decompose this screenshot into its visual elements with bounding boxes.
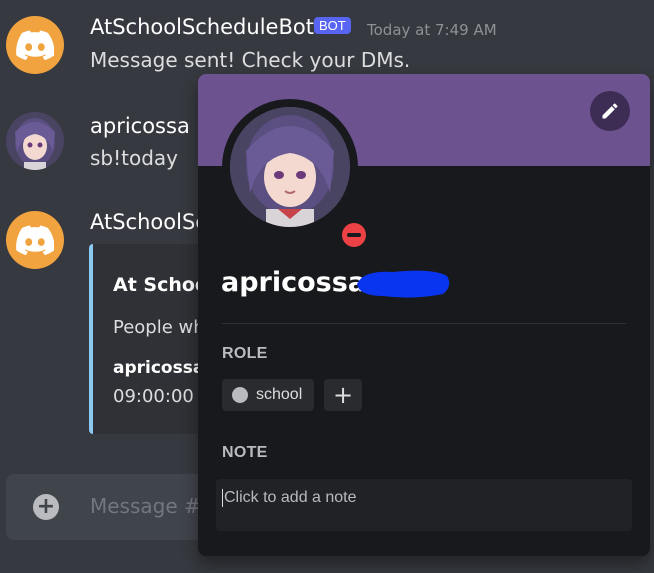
note-placeholder: Click to add a note	[222, 489, 357, 507]
note-section-label: NOTE	[222, 444, 268, 461]
embed-field-value: 09:00:00	[113, 386, 194, 407]
discord-logo-icon	[16, 225, 54, 255]
bot-avatar[interactable]	[6, 16, 64, 74]
note-input[interactable]: Click to add a note	[216, 479, 632, 531]
role-name: school	[256, 386, 303, 403]
role-color-dot	[232, 387, 248, 403]
anime-avatar-icon	[230, 107, 350, 227]
message-timestamp: Today at 7:49 AM	[367, 21, 497, 39]
embed-title: At Schoo	[113, 274, 208, 296]
message-content: Message sent! Check your DMs.	[90, 48, 411, 72]
bot-badge: BOT	[314, 17, 351, 34]
message-input[interactable]: Message #	[90, 494, 201, 518]
anime-avatar-icon	[6, 112, 64, 170]
message-content: sb!today	[90, 146, 178, 170]
embed: At Schoo People wh apricossa 09:00:00	[89, 244, 213, 434]
edit-profile-button[interactable]	[590, 91, 630, 131]
profile-avatar[interactable]	[230, 107, 350, 227]
role-section-label: ROLE	[222, 345, 268, 362]
message-composer[interactable]: + Message #	[6, 474, 226, 540]
profile-username: apricossa	[221, 267, 367, 298]
add-role-button[interactable]: +	[324, 379, 362, 411]
user-avatar[interactable]	[6, 112, 64, 170]
plus-circle-icon[interactable]: +	[33, 494, 59, 520]
status-indicator	[334, 215, 374, 255]
bot-avatar[interactable]	[6, 211, 64, 269]
profile-avatar-frame	[222, 99, 374, 255]
pencil-icon	[602, 103, 618, 119]
message-author[interactable]: AtSchoolScheduleBot	[90, 15, 314, 39]
embed-description: People wh	[113, 317, 205, 338]
user-profile-popout: apricossa ROLE school + NOTE Click to ad…	[198, 74, 650, 556]
role-pill[interactable]: school	[222, 379, 315, 411]
embed-field-name: apricossa	[113, 358, 205, 378]
profile-divider	[222, 323, 626, 324]
do-not-disturb-icon	[342, 223, 366, 247]
discord-logo-icon	[16, 30, 54, 60]
message-author[interactable]: apricossa	[90, 114, 190, 138]
message-author[interactable]: AtSchoolSc	[90, 210, 207, 234]
redaction-scribble	[357, 270, 450, 298]
